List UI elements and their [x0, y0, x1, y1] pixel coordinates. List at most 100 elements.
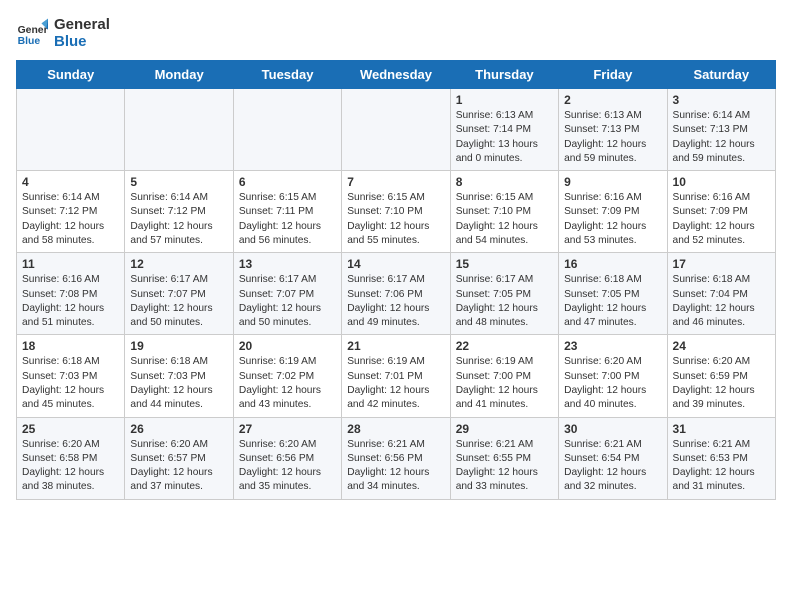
day-number: 5: [130, 175, 227, 189]
calendar-cell: 12Sunrise: 6:17 AM Sunset: 7:07 PM Dayli…: [125, 253, 233, 335]
day-number: 4: [22, 175, 119, 189]
day-number: 15: [456, 257, 553, 271]
cell-content: Sunrise: 6:15 AM Sunset: 7:10 PM Dayligh…: [347, 191, 444, 248]
calendar-cell: 8 Sunrise: 6:15 AM Sunset: 7:10 PM Daylig…: [450, 171, 558, 253]
calendar-cell: 1 Sunrise: 6:13 AM Sunset: 7:14 PM Daylig…: [450, 89, 558, 171]
calendar-cell: 30 Sunrise: 6:21 AM Sunset: 6:54 PM Dayli…: [559, 417, 667, 499]
day-number: 1: [456, 93, 553, 107]
cell-content: Sunrise: 6:19 AM Sunset: 7:02 PM Dayligh…: [239, 355, 336, 412]
day-number: 3: [673, 93, 770, 107]
day-number: 8: [456, 175, 553, 189]
day-number: 26: [130, 422, 227, 436]
day-number: 24: [673, 339, 770, 353]
cell-content: Sunrise: 6:20 AM Sunset: 6:58 PM Dayligh…: [22, 438, 119, 495]
day-number: 6: [239, 175, 336, 189]
calendar-cell: 13 Sunrise: 6:17 AM Sunset: 7:07 PM Dayli…: [233, 253, 341, 335]
calendar-cell: 20 Sunrise: 6:19 AM Sunset: 7:02 PM Dayli…: [233, 335, 341, 417]
cell-content: Sunrise: 6:20 AM Sunset: 7:00 PM Dayligh…: [564, 355, 661, 412]
week-row-4: 18 Sunrise: 6:18 AM Sunset: 7:03 PM Dayli…: [17, 335, 776, 417]
cell-content: Sunrise: 6:18 AM Sunset: 7:03 PM Dayligh…: [22, 355, 119, 412]
day-number: 12: [130, 257, 227, 271]
day-number: 13: [239, 257, 336, 271]
cell-content: Sunrise: 6:20 AM Sunset: 6:59 PM Dayligh…: [673, 355, 770, 412]
day-number: 28: [347, 422, 444, 436]
cell-content: Sunrise: 6:16 AM Sunset: 7:09 PM Dayligh…: [564, 191, 661, 248]
svg-text:Blue: Blue: [18, 36, 41, 47]
cell-content: Sunrise: 6:20 AM Sunset: 6:57 PM Dayligh…: [130, 438, 227, 495]
calendar-cell: 11 Sunrise: 6:16 AM Sunset: 7:08 PM Dayli…: [17, 253, 125, 335]
day-number: 17: [673, 257, 770, 271]
cell-content: Sunrise: 6:21 AM Sunset: 6:56 PM Dayligh…: [347, 438, 444, 495]
calendar-cell: 4 Sunrise: 6:14 AM Sunset: 7:12 PM Daylig…: [17, 171, 125, 253]
day-number: 16: [564, 257, 661, 271]
calendar-cell: [125, 89, 233, 171]
day-number: 25: [22, 422, 119, 436]
cell-content: Sunrise: 6:18 AM Sunset: 7:04 PM Dayligh…: [673, 273, 770, 330]
calendar-cell: 18 Sunrise: 6:18 AM Sunset: 7:03 PM Dayli…: [17, 335, 125, 417]
header-friday: Friday: [559, 61, 667, 89]
cell-content: Sunrise: 6:15 AM Sunset: 7:11 PM Dayligh…: [239, 191, 336, 248]
header-saturday: Saturday: [667, 61, 775, 89]
day-number: 10: [673, 175, 770, 189]
cell-content: Sunrise: 6:18 AM Sunset: 7:03 PM Dayligh…: [130, 355, 227, 412]
calendar-cell: [233, 89, 341, 171]
cell-content: Sunrise: 6:13 AM Sunset: 7:14 PM Dayligh…: [456, 109, 553, 166]
cell-content: Sunrise: 6:21 AM Sunset: 6:54 PM Dayligh…: [564, 438, 661, 495]
logo: General Blue General Blue: [16, 16, 110, 50]
cell-content: Sunrise: 6:21 AM Sunset: 6:53 PM Dayligh…: [673, 438, 770, 495]
day-number: 11: [22, 257, 119, 271]
day-number: 21: [347, 339, 444, 353]
calendar-cell: 17 Sunrise: 6:18 AM Sunset: 7:04 PM Dayli…: [667, 253, 775, 335]
cell-content: Sunrise: 6:19 AM Sunset: 7:00 PM Dayligh…: [456, 355, 553, 412]
cell-content: Sunrise: 6:13 AM Sunset: 7:13 PM Dayligh…: [564, 109, 661, 166]
day-number: 9: [564, 175, 661, 189]
cell-content: Sunrise: 6:14 AM Sunset: 7:12 PM Dayligh…: [22, 191, 119, 248]
header-sunday: Sunday: [17, 61, 125, 89]
cell-content: Sunrise: 6:17 AM Sunset: 7:07 PM Dayligh…: [239, 273, 336, 330]
calendar-cell: 14 Sunrise: 6:17 AM Sunset: 7:06 PM Dayli…: [342, 253, 450, 335]
day-number: 7: [347, 175, 444, 189]
calendar-cell: [17, 89, 125, 171]
week-row-5: 25 Sunrise: 6:20 AM Sunset: 6:58 PM Dayli…: [17, 417, 776, 499]
calendar-cell: 29Sunrise: 6:21 AM Sunset: 6:55 PM Dayli…: [450, 417, 558, 499]
calendar-cell: 16 Sunrise: 6:18 AM Sunset: 7:05 PM Dayli…: [559, 253, 667, 335]
calendar-table: SundayMondayTuesdayWednesdayThursdayFrid…: [16, 60, 776, 500]
header-wednesday: Wednesday: [342, 61, 450, 89]
cell-content: Sunrise: 6:17 AM Sunset: 7:06 PM Dayligh…: [347, 273, 444, 330]
calendar-cell: 27 Sunrise: 6:20 AM Sunset: 6:56 PM Dayli…: [233, 417, 341, 499]
day-number: 27: [239, 422, 336, 436]
cell-content: Sunrise: 6:16 AM Sunset: 7:09 PM Dayligh…: [673, 191, 770, 248]
logo-general: General: [54, 16, 110, 33]
calendar-cell: 6 Sunrise: 6:15 AM Sunset: 7:11 PM Daylig…: [233, 171, 341, 253]
calendar-cell: 26 Sunrise: 6:20 AM Sunset: 6:57 PM Dayli…: [125, 417, 233, 499]
calendar-cell: 28 Sunrise: 6:21 AM Sunset: 6:56 PM Dayli…: [342, 417, 450, 499]
logo-blue: Blue: [54, 33, 110, 50]
week-row-1: 1 Sunrise: 6:13 AM Sunset: 7:14 PM Daylig…: [17, 89, 776, 171]
calendar-cell: 15Sunrise: 6:17 AM Sunset: 7:05 PM Dayli…: [450, 253, 558, 335]
calendar-cell: 31 Sunrise: 6:21 AM Sunset: 6:53 PM Dayli…: [667, 417, 775, 499]
calendar-cell: 9 Sunrise: 6:16 AM Sunset: 7:09 PM Daylig…: [559, 171, 667, 253]
calendar-cell: 3 Sunrise: 6:14 AM Sunset: 7:13 PM Daylig…: [667, 89, 775, 171]
calendar-cell: 10 Sunrise: 6:16 AM Sunset: 7:09 PM Dayli…: [667, 171, 775, 253]
cell-content: Sunrise: 6:16 AM Sunset: 7:08 PM Dayligh…: [22, 273, 119, 330]
day-number: 14: [347, 257, 444, 271]
week-row-3: 11 Sunrise: 6:16 AM Sunset: 7:08 PM Dayli…: [17, 253, 776, 335]
cell-content: Sunrise: 6:15 AM Sunset: 7:10 PM Dayligh…: [456, 191, 553, 248]
calendar-cell: 23Sunrise: 6:20 AM Sunset: 7:00 PM Dayli…: [559, 335, 667, 417]
calendar-cell: 19Sunrise: 6:18 AM Sunset: 7:03 PM Dayli…: [125, 335, 233, 417]
calendar-cell: 24 Sunrise: 6:20 AM Sunset: 6:59 PM Dayli…: [667, 335, 775, 417]
logo-icon: General Blue: [16, 17, 48, 49]
svg-text:General: General: [18, 25, 48, 36]
cell-content: Sunrise: 6:20 AM Sunset: 6:56 PM Dayligh…: [239, 438, 336, 495]
day-number: 18: [22, 339, 119, 353]
day-number: 31: [673, 422, 770, 436]
day-number: 30: [564, 422, 661, 436]
calendar-cell: 22Sunrise: 6:19 AM Sunset: 7:00 PM Dayli…: [450, 335, 558, 417]
cell-content: Sunrise: 6:18 AM Sunset: 7:05 PM Dayligh…: [564, 273, 661, 330]
cell-content: Sunrise: 6:14 AM Sunset: 7:13 PM Dayligh…: [673, 109, 770, 166]
day-number: 2: [564, 93, 661, 107]
day-number: 20: [239, 339, 336, 353]
cell-content: Sunrise: 6:19 AM Sunset: 7:01 PM Dayligh…: [347, 355, 444, 412]
header-row: SundayMondayTuesdayWednesdayThursdayFrid…: [17, 61, 776, 89]
calendar-cell: 25 Sunrise: 6:20 AM Sunset: 6:58 PM Dayli…: [17, 417, 125, 499]
